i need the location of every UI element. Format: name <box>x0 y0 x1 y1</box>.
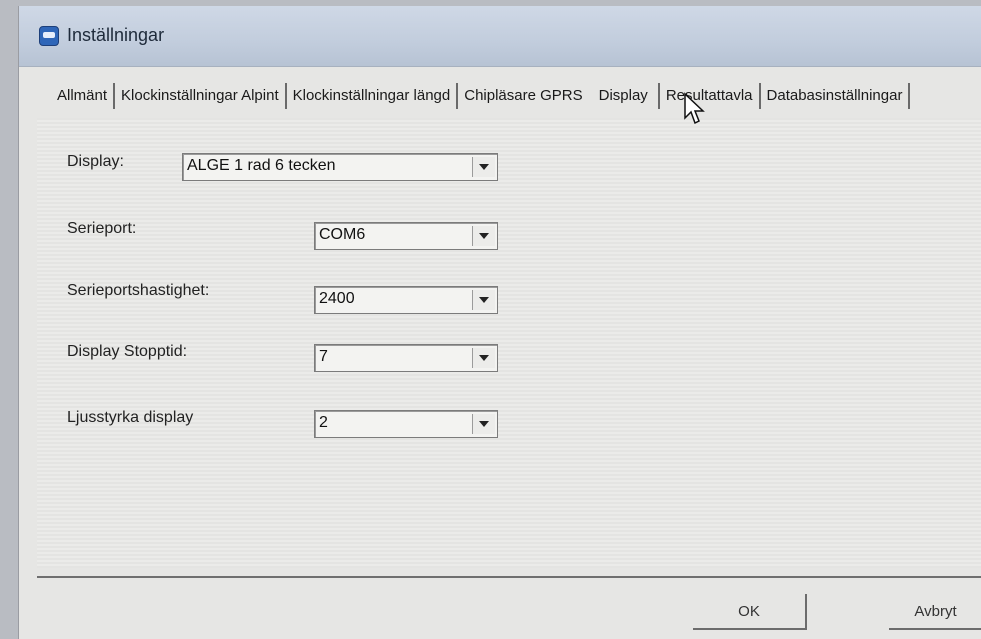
serieport-select[interactable]: COM6 <box>314 222 498 250</box>
cancel-button[interactable]: Avbryt <box>889 594 981 630</box>
tab-resultattavla[interactable]: Resultattavla <box>660 83 761 109</box>
chevron-down-icon[interactable] <box>472 348 495 368</box>
tab-klockinstallningar-langd[interactable]: Klockinställningar längd <box>287 83 459 109</box>
serieportshastighet-label: Serieportshastighet: <box>67 282 210 299</box>
chevron-down-icon[interactable] <box>472 414 495 434</box>
display-stopptid-value: 7 <box>319 348 328 365</box>
tab-display[interactable]: Display <box>589 83 660 109</box>
display-label: Display: <box>67 153 124 170</box>
serieportshastighet-value: 2400 <box>319 290 355 307</box>
serieportshastighet-select[interactable]: 2400 <box>314 286 498 314</box>
chevron-down-icon[interactable] <box>472 290 495 310</box>
display-stopptid-select[interactable]: 7 <box>314 344 498 372</box>
chevron-down-icon[interactable] <box>472 226 495 246</box>
mouse-pointer-icon <box>684 92 705 125</box>
app-icon <box>39 26 59 46</box>
display-value: ALGE 1 rad 6 tecken <box>187 157 336 174</box>
chevron-down-icon[interactable] <box>472 157 495 177</box>
ljusstyrka-value: 2 <box>319 414 328 431</box>
display-select[interactable]: ALGE 1 rad 6 tecken <box>182 153 498 181</box>
ljusstyrka-label: Ljusstyrka display <box>67 409 194 426</box>
serieport-value: COM6 <box>319 226 366 243</box>
display-settings-panel: Display: ALGE 1 rad 6 tecken Serieport: … <box>37 118 981 568</box>
tab-chiplasare-gprs[interactable]: Chipläsare GPRS <box>458 83 588 109</box>
serieport-label: Serieport: <box>67 220 137 237</box>
window-title: Inställningar <box>67 25 165 45</box>
title-bar: Inställningar <box>19 6 981 67</box>
tab-allmant[interactable]: Allmänt <box>51 83 116 109</box>
tab-klockinstallningar-alpint[interactable]: Klockinställningar Alpint <box>115 83 287 109</box>
display-stopptid-label: Display Stopptid: <box>67 343 188 360</box>
tab-databasinstallningar[interactable]: Databasinställningar <box>761 83 911 109</box>
ok-button[interactable]: OK <box>693 594 807 630</box>
settings-window: Inställningar Allmänt Klockinställningar… <box>18 6 981 639</box>
tab-strip: Allmänt Klockinställningar Alpint Klocki… <box>19 78 981 114</box>
separator <box>37 576 981 578</box>
ljusstyrka-select[interactable]: 2 <box>314 410 498 438</box>
